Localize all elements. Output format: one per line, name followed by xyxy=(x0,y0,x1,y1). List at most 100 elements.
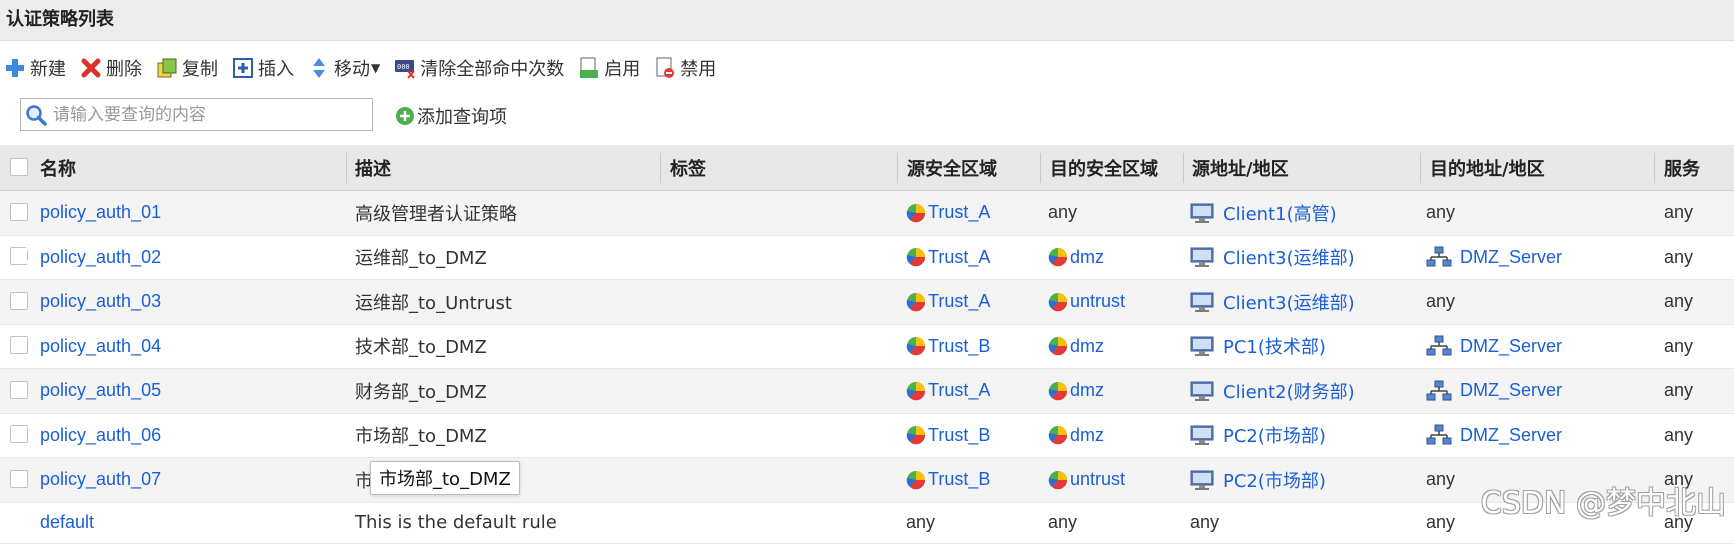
cell-service: any xyxy=(1664,246,1694,267)
chevron-down-icon: ▼ xyxy=(371,61,381,75)
cell-dst-zone[interactable]: dmz xyxy=(1048,414,1104,458)
cell-dst-zone[interactable]: untrust xyxy=(1048,458,1125,502)
insert-button[interactable]: 插入 xyxy=(232,55,294,81)
disable-doc-icon xyxy=(656,57,675,78)
col-dst-zone[interactable]: 目的安全区域 xyxy=(1050,145,1158,190)
security-zone-icon xyxy=(1048,248,1068,267)
computer-icon xyxy=(1190,247,1214,268)
cell-src-addr: any xyxy=(1190,512,1220,532)
cell-src-zone[interactable]: Trust_A xyxy=(906,369,990,413)
search-field[interactable] xyxy=(20,98,373,131)
col-dst-addr[interactable]: 目的地址/地区 xyxy=(1430,145,1545,190)
row-checkbox[interactable] xyxy=(10,380,28,399)
svg-text:000: 000 xyxy=(397,63,410,71)
search-row: 添加查询项 xyxy=(0,95,1734,137)
table-row[interactable]: policy_auth_04 技术部_to_DMZ Trust_B dmz PC1(技术… xyxy=(0,325,1734,369)
new-button[interactable]: 新建 xyxy=(4,55,66,81)
search-input[interactable] xyxy=(51,103,355,126)
back-arrow-icon[interactable] xyxy=(10,238,44,272)
cell-dst-zone[interactable]: dmz xyxy=(1048,369,1104,413)
computer-icon xyxy=(1190,381,1214,401)
table-row[interactable]: policy_auth_06 市场部_to_DMZ Trust_B dmz PC2(市场… xyxy=(0,414,1734,458)
col-desc[interactable]: 描述 xyxy=(355,145,391,190)
cell-dst-addr[interactable]: DMZ_Server xyxy=(1426,414,1562,458)
move-dropdown[interactable]: 移动 ▼ xyxy=(308,55,380,81)
table-row[interactable]: policy_auth_03 运维部_to_Untrust Trust_A untru… xyxy=(0,280,1734,325)
server-group-icon xyxy=(1426,424,1452,445)
row-checkbox[interactable] xyxy=(10,202,28,221)
plus-icon xyxy=(6,59,24,77)
cell-dst-zone[interactable]: dmz xyxy=(1048,325,1104,369)
cell-dst-addr[interactable]: DMZ_Server xyxy=(1426,369,1562,413)
page-title: 认证策略列表 xyxy=(0,0,1734,41)
col-src-addr[interactable]: 源地址/地区 xyxy=(1192,145,1289,190)
server-group-icon xyxy=(1426,380,1452,401)
delete-button[interactable]: 删除 xyxy=(80,55,142,81)
cell-desc: This is the default rule xyxy=(355,512,557,533)
insert-icon xyxy=(233,58,253,78)
cell-dst-addr: any xyxy=(1426,512,1456,532)
policy-table: 名称 描述 标签 源安全区域 目的安全区域 源地址/地区 目的地址/地区 服务 … xyxy=(0,145,1734,544)
cell-src-zone[interactable]: Trust_A xyxy=(906,191,990,235)
cell-src-addr[interactable]: Client1(高管) xyxy=(1190,191,1337,235)
cell-src-zone[interactable]: Trust_B xyxy=(906,458,990,502)
table-row[interactable]: policy_auth_02 运维部_to_DMZ Trust_A dmz Client… xyxy=(0,236,1734,280)
cell-name[interactable]: policy_auth_06 xyxy=(40,414,161,458)
cell-dst-zone: any xyxy=(1048,512,1078,532)
security-zone-icon xyxy=(906,203,926,223)
col-name[interactable]: 名称 xyxy=(40,145,76,190)
cell-src-zone[interactable]: Trust_B xyxy=(906,325,990,369)
col-tag[interactable]: 标签 xyxy=(670,145,706,190)
cell-src-zone: any xyxy=(906,512,936,532)
computer-icon xyxy=(1190,292,1214,312)
enable-button[interactable]: 启用 xyxy=(578,55,640,81)
cell-desc: 财务部_to_DMZ xyxy=(355,381,487,403)
security-zone-icon xyxy=(906,248,926,267)
cell-desc: 技术部_to_DMZ xyxy=(355,337,487,359)
cell-name[interactable]: policy_auth_03 xyxy=(40,280,161,324)
col-service[interactable]: 服务 xyxy=(1664,145,1700,190)
table-row[interactable]: default This is the default rule any any any… xyxy=(0,503,1734,544)
cell-src-addr[interactable]: Client3(运维部) xyxy=(1190,280,1355,324)
toolbar: 新建 删除 复制 插入 移动 ▼ 000 清除全部命中次数 启用 禁用 xyxy=(0,50,726,86)
cell-src-addr[interactable]: PC1(技术部) xyxy=(1190,325,1326,369)
cell-name[interactable]: default xyxy=(40,503,94,543)
disable-button[interactable]: 禁用 xyxy=(654,55,716,81)
cell-src-zone[interactable]: Trust_A xyxy=(906,280,990,324)
add-query-button[interactable]: 添加查询项 xyxy=(395,103,507,129)
table-row[interactable]: policy_auth_05 财务部_to_DMZ Trust_A dmz Client… xyxy=(0,369,1734,414)
table-row[interactable]: policy_auth_01 高级管理者认证策略 Trust_A any Client1… xyxy=(0,191,1734,236)
row-checkbox[interactable] xyxy=(10,291,28,310)
add-circle-icon xyxy=(396,107,414,125)
cell-src-addr[interactable]: PC2(市场部) xyxy=(1190,458,1326,502)
cell-dst-zone[interactable]: untrust xyxy=(1048,280,1125,324)
cell-name[interactable]: policy_auth_01 xyxy=(40,191,161,235)
cell-src-addr[interactable]: PC2(市场部) xyxy=(1190,414,1326,458)
cell-service: any xyxy=(1664,380,1694,401)
col-src-zone[interactable]: 源安全区域 xyxy=(907,145,997,190)
cell-dst-addr[interactable]: DMZ_Server xyxy=(1426,236,1562,280)
security-zone-icon xyxy=(1048,381,1068,401)
cell-name[interactable]: policy_auth_04 xyxy=(40,325,161,369)
select-all-checkbox[interactable] xyxy=(10,157,28,176)
search-icon xyxy=(26,104,47,126)
cell-desc: 运维部_to_Untrust xyxy=(355,292,512,314)
table-row[interactable]: policy_auth_07 市 Trust_B untrust PC2(市场部) any… xyxy=(0,458,1734,503)
cell-dst-zone[interactable]: dmz xyxy=(1048,236,1104,280)
cell-name[interactable]: policy_auth_02 xyxy=(40,236,161,280)
cell-desc: 高级管理者认证策略 xyxy=(355,203,517,225)
cell-src-zone[interactable]: Trust_B xyxy=(906,414,990,458)
row-checkbox[interactable] xyxy=(10,425,28,444)
counter-reset-icon: 000 xyxy=(395,60,415,79)
cell-name[interactable]: policy_auth_07 xyxy=(40,458,161,502)
cell-src-zone[interactable]: Trust_A xyxy=(906,236,990,280)
copy-button[interactable]: 复制 xyxy=(156,55,218,81)
cell-src-addr[interactable]: Client3(运维部) xyxy=(1190,236,1355,280)
security-zone-icon xyxy=(906,426,926,445)
row-checkbox[interactable] xyxy=(10,469,28,488)
clear-hits-button[interactable]: 000 清除全部命中次数 xyxy=(394,55,564,81)
cell-dst-addr[interactable]: DMZ_Server xyxy=(1426,325,1562,369)
cell-name[interactable]: policy_auth_05 xyxy=(40,369,161,413)
row-checkbox[interactable] xyxy=(10,336,28,355)
cell-src-addr[interactable]: Client2(财务部) xyxy=(1190,369,1355,413)
